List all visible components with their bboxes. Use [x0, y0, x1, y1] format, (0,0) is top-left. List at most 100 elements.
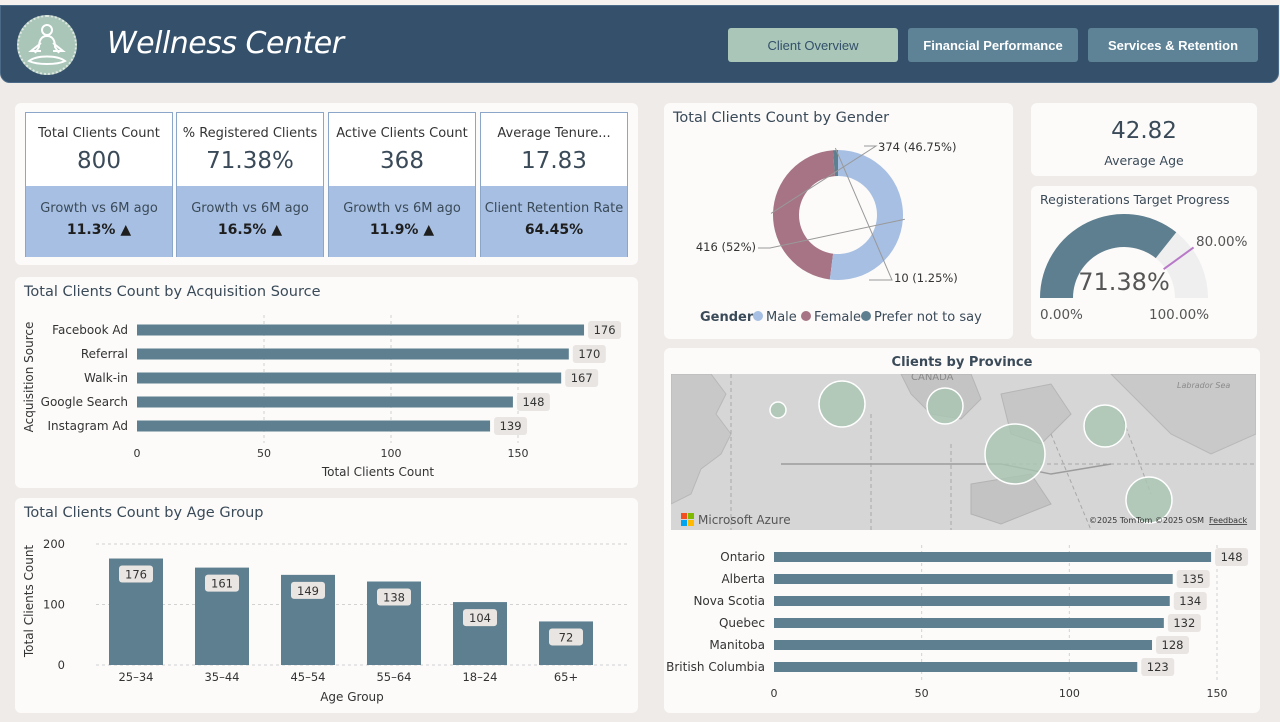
- map-feedback-link[interactable]: Feedback: [1209, 516, 1247, 525]
- bar: [774, 596, 1170, 606]
- gender-donut-chart: 416 (52%) 374 (46.75%) 10 (1.25%) Gender Mal…: [696, 140, 982, 325]
- category-label: Facebook Ad: [52, 323, 128, 337]
- bar: [137, 396, 513, 408]
- category-label: 18–24: [462, 670, 497, 684]
- x-tick-label: 150: [1207, 687, 1228, 700]
- data-label: 128: [1162, 638, 1184, 652]
- map-bubble-manitoba: [926, 387, 964, 425]
- kpi-value: 368: [380, 148, 424, 174]
- category-label: Ontario: [720, 550, 765, 564]
- data-label: 176: [594, 323, 616, 337]
- bar: [774, 640, 1153, 650]
- data-label: 176: [125, 568, 147, 582]
- bar: [774, 618, 1164, 628]
- category-label: 35–44: [204, 670, 239, 684]
- category-label: Google Search: [41, 395, 128, 409]
- bar: [774, 662, 1138, 672]
- legend-marker: [861, 311, 871, 321]
- data-label: 138: [383, 591, 405, 605]
- legend-label: Male: [766, 310, 797, 325]
- category-label: 25–34: [118, 670, 153, 684]
- category-label: Quebec: [719, 616, 765, 630]
- kpi-label: % Registered Clients: [182, 126, 318, 141]
- donut-slice: [773, 150, 835, 280]
- kpi-card-total-clients: Total Clients Count 800 Growth vs 6M ago…: [25, 112, 173, 257]
- kpi-footer: Growth vs 6M ago 16.5% ▲: [177, 186, 323, 257]
- data-label: 123: [1147, 660, 1169, 674]
- legend-label: Female: [814, 310, 861, 325]
- data-label: 132: [1173, 616, 1195, 630]
- category-label: Alberta: [721, 572, 765, 586]
- data-label: 161: [211, 577, 233, 591]
- kpi-sub-value: 16.5% ▲: [217, 222, 283, 238]
- kpi-sub-label: Client Retention Rate: [484, 201, 624, 216]
- map-bubble-quebec: [1083, 404, 1127, 448]
- y-axis-title: Total Clients Count: [22, 545, 36, 659]
- kpi-sub-value: 11.3% ▲: [66, 222, 132, 238]
- acquisition-chart-panel: Total Clients Count by Acquisition Sourc…: [15, 277, 638, 488]
- map-brand-label: Microsoft Azure: [698, 513, 791, 527]
- kpi-card-average-tenure: Average Tenure... 17.83 Client Retention…: [480, 112, 628, 257]
- kpi-sub-label: Growth vs 6M ago: [191, 201, 309, 216]
- bar: [137, 348, 569, 360]
- age-chart-panel: Total Clients Count by Age Group 0 100 200…: [15, 498, 638, 713]
- y-tick-label: 0: [58, 658, 65, 672]
- gauge-max-label: 100.00%: [1149, 307, 1209, 323]
- category-label: Instagram Ad: [48, 419, 128, 433]
- x-tick-label: 50: [915, 687, 929, 700]
- province-map[interactable]: CANADA Labrador Sea Microsoft Azure ©202…: [671, 374, 1256, 530]
- x-tick-label: 50: [257, 447, 271, 460]
- data-label: 374 (46.75%): [878, 140, 956, 154]
- app-title: Wellness Center: [107, 26, 344, 61]
- gauge-value-label: 71.38%: [1078, 268, 1170, 296]
- kpi-sub-label: Growth vs 6M ago: [343, 201, 461, 216]
- data-label: 10 (1.25%): [894, 271, 958, 285]
- y-tick-label: 200: [43, 537, 65, 551]
- y-tick-label: 100: [43, 598, 65, 612]
- legend-title: Gender: [700, 310, 754, 325]
- category-label: Referral: [81, 347, 128, 361]
- donut-slice: [829, 150, 903, 280]
- kpi-label: Active Clients Count: [336, 126, 468, 141]
- age-group-chart: 0 100 200 176 25–34 161 35–44 149 45–54 138 55–64 1…: [22, 537, 628, 704]
- category-label: Nova Scotia: [693, 594, 765, 608]
- kpi-sub-value: 64.45%: [524, 222, 584, 238]
- legend-marker: [753, 311, 763, 321]
- data-label: 139: [500, 419, 522, 433]
- y-axis-title: Acquisition Source: [22, 322, 36, 433]
- bar: [137, 372, 562, 384]
- nav-services-retention-button[interactable]: Services & Retention: [1088, 28, 1258, 62]
- average-age-card: 42.82 Average Age: [1031, 103, 1257, 176]
- kpi-card-active-clients: Active Clients Count 368 Growth vs 6M ag…: [328, 112, 476, 257]
- kpi-sub-value: 11.9% ▲: [369, 222, 435, 238]
- nav-client-overview-button[interactable]: Client Overview: [728, 28, 898, 62]
- x-tick-label: 0: [771, 687, 778, 700]
- bar: [137, 420, 491, 432]
- category-label: Walk-in: [84, 371, 128, 385]
- x-axis-title: Age Group: [320, 690, 384, 704]
- category-label: 55–64: [376, 670, 411, 684]
- average-age-value: 42.82: [1111, 118, 1177, 144]
- data-label: 72: [559, 630, 574, 644]
- category-label: Manitoba: [709, 638, 765, 652]
- header-bar: Wellness Center Client Overview Financia…: [0, 5, 1279, 83]
- data-label: 134: [1179, 594, 1201, 608]
- data-label: 149: [297, 584, 319, 598]
- kpi-label: Total Clients Count: [38, 126, 160, 141]
- kpi-footer: Growth vs 6M ago 11.9% ▲: [329, 186, 475, 257]
- map-bubble-alberta: [818, 380, 866, 428]
- data-label: 416 (52%): [696, 240, 756, 254]
- kpi-value: 71.38%: [206, 148, 294, 174]
- kpi-sub-label: Growth vs 6M ago: [40, 201, 158, 216]
- gender-chart-panel: Total Clients Count by Gender 416 (52%) 3…: [664, 103, 1013, 339]
- x-axis-title: Total Clients Count: [321, 465, 435, 479]
- data-label: 148: [1221, 550, 1243, 564]
- nav-financial-performance-button[interactable]: Financial Performance: [908, 28, 1078, 62]
- kpi-card-registered-clients: % Registered Clients 71.38% Growth vs 6M…: [176, 112, 324, 257]
- gauge-target-label: 80.00%: [1196, 234, 1248, 250]
- kpi-label: Average Tenure...: [497, 126, 611, 141]
- registration-gauge: 71.38% 80.00% 0.00% 100.00%: [1040, 213, 1248, 323]
- meditation-logo-icon: [17, 15, 77, 75]
- category-label: 65+: [554, 670, 578, 684]
- map-country-label: CANADA: [911, 374, 954, 383]
